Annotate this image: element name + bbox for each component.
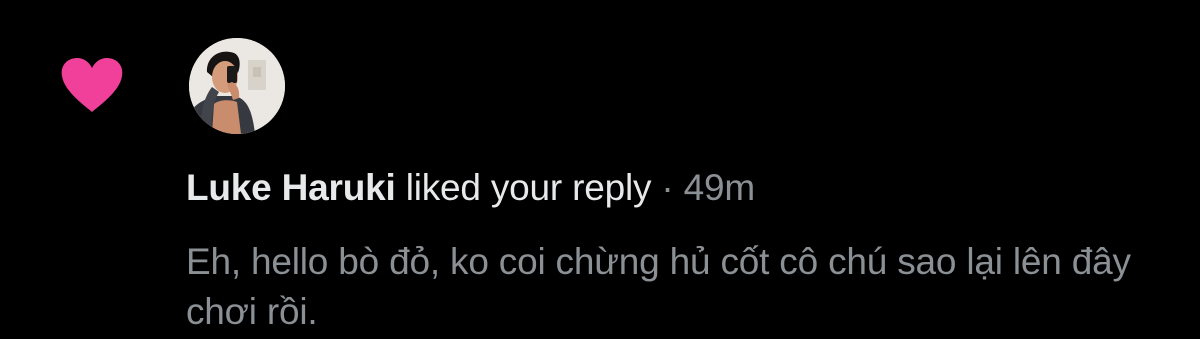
separator-dot: · (661, 167, 674, 208)
user-name-link[interactable]: Luke Haruki (186, 167, 396, 208)
avatar[interactable] (189, 38, 285, 134)
notification-headline: Luke Haruki liked your reply · 49m (186, 166, 755, 210)
notification-action: liked your reply (405, 167, 652, 208)
heart-icon (60, 58, 124, 114)
reply-preview-text[interactable]: Eh, hello bò đỏ, ko coi chừng hủ cốt cô … (186, 237, 1176, 337)
like-notification[interactable]: Luke Haruki liked your reply · 49m Eh, h… (0, 0, 1200, 339)
timestamp[interactable]: 49m (684, 167, 756, 208)
